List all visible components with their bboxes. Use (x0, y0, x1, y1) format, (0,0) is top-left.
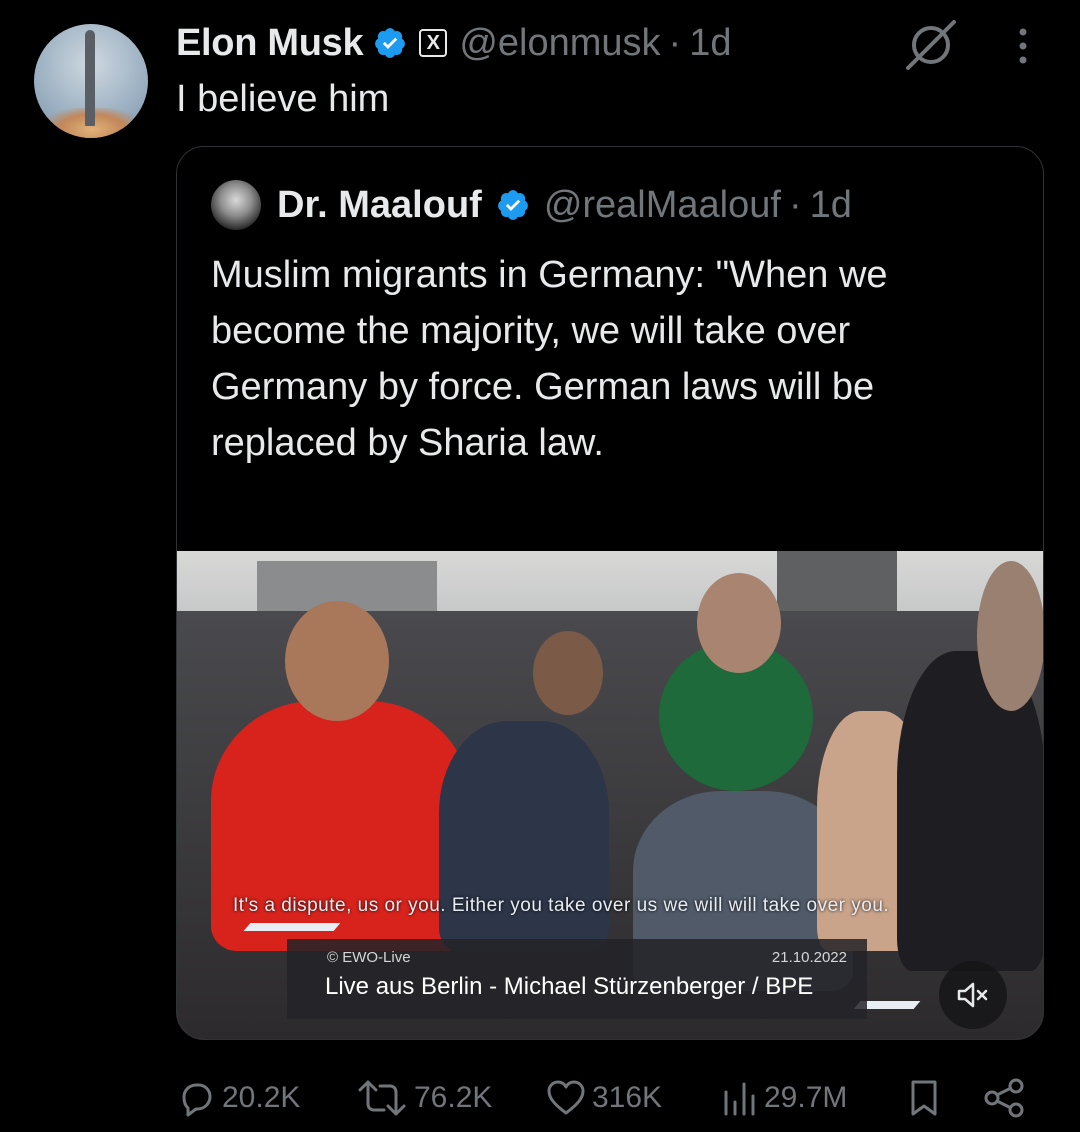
heart-icon (547, 1080, 585, 1115)
quoted-author-name[interactable]: Dr. Maalouf (277, 184, 482, 227)
like-count: 316K (592, 1081, 663, 1114)
x-affiliation-badge-icon: X (419, 29, 448, 57)
reply-count: 20.2K (222, 1081, 301, 1114)
author-name[interactable]: Elon Musk (176, 22, 364, 65)
quoted-text-line: Germany by force. German laws will be (211, 366, 875, 408)
reply-icon (182, 1083, 212, 1117)
quoted-text-line: Muslim migrants in Germany: "When we (211, 254, 888, 296)
repost-count: 76.2K (414, 1081, 493, 1114)
video-person-head (697, 573, 781, 673)
separator-dot: · (788, 183, 802, 226)
reply-button[interactable]: 20.2K (176, 1072, 300, 1124)
quoted-author-handle[interactable]: @realMaalouf (544, 184, 781, 227)
mute-icon (957, 982, 988, 1008)
mute-button[interactable] (939, 961, 1007, 1029)
separator-dot: · (668, 21, 682, 64)
video-player[interactable]: It's a dispute, us or you. Either you ta… (177, 551, 1043, 1039)
video-source: © EWO-Live (327, 949, 411, 966)
repost-icon (358, 1080, 406, 1116)
video-subtitle: It's a dispute, us or you. Either you ta… (233, 895, 890, 916)
views-icon (724, 1082, 755, 1116)
action-bar: 20.2K 76.2K 316K 29.7M (176, 1072, 1046, 1124)
quoted-text-line: become the majority, we will take over (211, 310, 851, 352)
avatar-rocket (85, 30, 95, 126)
bookmark-button[interactable] (906, 1072, 942, 1124)
share-button[interactable] (982, 1072, 1026, 1124)
quoted-post-card[interactable]: Dr. Maalouf @realMaalouf · 1d Muslim mig… (176, 146, 1044, 1040)
video-person-head (977, 561, 1043, 711)
more-icon[interactable] (1008, 26, 1038, 66)
quoted-post-text: Muslim migrants in Germany: "When we bec… (211, 247, 1011, 471)
verified-badge-icon (375, 28, 406, 58)
author-avatar[interactable] (34, 24, 148, 138)
video-date: 21.10.2022 (771, 949, 847, 966)
views-button[interactable]: 29.7M (722, 1072, 847, 1124)
quoted-post-time[interactable]: 1d (810, 184, 852, 227)
video-title: Live aus Berlin - Michael Stürzenberger … (325, 973, 814, 1000)
author-handle[interactable]: @elonmusk (459, 22, 660, 65)
like-button[interactable]: 316K (546, 1072, 662, 1124)
bookmark-icon (911, 1080, 937, 1116)
post-header: Elon Musk X @elonmusk · 1d (176, 16, 731, 70)
post-time[interactable]: 1d (689, 22, 731, 65)
verified-badge-icon (497, 190, 528, 220)
quoted-text-line: replaced by Sharia law. (211, 422, 604, 464)
views-count: 29.7M (764, 1081, 848, 1114)
post-text: I believe him (176, 78, 390, 120)
video-person-head (285, 601, 389, 721)
video-lower-third: © EWO-Live 21.10.2022 Live aus Berlin - … (287, 939, 867, 1019)
quoted-post-header: Dr. Maalouf @realMaalouf · 1d (211, 179, 852, 231)
lower-third-stripe (243, 923, 341, 931)
video-person-head (533, 631, 603, 715)
grok-icon[interactable] (904, 18, 958, 72)
share-icon (984, 1078, 1024, 1118)
repost-button[interactable]: 76.2K (356, 1072, 492, 1124)
quoted-author-avatar[interactable] (211, 180, 261, 230)
